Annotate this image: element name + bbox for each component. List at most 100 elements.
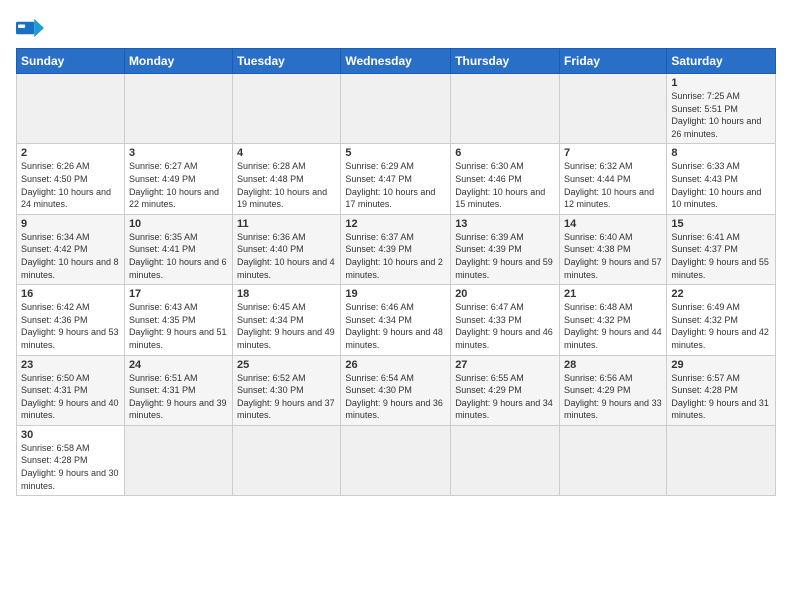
calendar-cell: 10Sunrise: 6:35 AM Sunset: 4:41 PM Dayli… [124, 214, 232, 284]
day-info: Sunrise: 6:52 AM Sunset: 4:30 PM Dayligh… [237, 372, 336, 422]
calendar-cell: 30Sunrise: 6:58 AM Sunset: 4:28 PM Dayli… [17, 425, 125, 495]
day-number: 24 [129, 359, 228, 371]
day-info: Sunrise: 6:51 AM Sunset: 4:31 PM Dayligh… [129, 372, 228, 422]
calendar-cell: 13Sunrise: 6:39 AM Sunset: 4:39 PM Dayli… [451, 214, 560, 284]
calendar-cell: 11Sunrise: 6:36 AM Sunset: 4:40 PM Dayli… [233, 214, 341, 284]
day-number: 16 [21, 288, 120, 300]
day-info: Sunrise: 6:43 AM Sunset: 4:35 PM Dayligh… [129, 301, 228, 351]
calendar-cell: 24Sunrise: 6:51 AM Sunset: 4:31 PM Dayli… [124, 355, 232, 425]
calendar-cell: 25Sunrise: 6:52 AM Sunset: 4:30 PM Dayli… [233, 355, 341, 425]
day-info: Sunrise: 6:28 AM Sunset: 4:48 PM Dayligh… [237, 160, 336, 210]
header [16, 16, 776, 40]
generalblue-logo-icon [16, 16, 44, 40]
day-number: 1 [671, 77, 771, 89]
day-number: 20 [455, 288, 555, 300]
day-number: 27 [455, 359, 555, 371]
calendar-header-sunday: Sunday [17, 49, 125, 74]
day-info: Sunrise: 6:34 AM Sunset: 4:42 PM Dayligh… [21, 231, 120, 281]
day-info: Sunrise: 6:41 AM Sunset: 4:37 PM Dayligh… [671, 231, 771, 281]
calendar-cell [451, 425, 560, 495]
calendar-cell: 5Sunrise: 6:29 AM Sunset: 4:47 PM Daylig… [341, 144, 451, 214]
day-number: 11 [237, 218, 336, 230]
day-number: 9 [21, 218, 120, 230]
calendar-cell: 6Sunrise: 6:30 AM Sunset: 4:46 PM Daylig… [451, 144, 560, 214]
day-info: Sunrise: 6:29 AM Sunset: 4:47 PM Dayligh… [345, 160, 446, 210]
calendar-cell [17, 74, 125, 144]
calendar-cell: 2Sunrise: 6:26 AM Sunset: 4:50 PM Daylig… [17, 144, 125, 214]
day-info: Sunrise: 6:40 AM Sunset: 4:38 PM Dayligh… [564, 231, 662, 281]
calendar-cell: 7Sunrise: 6:32 AM Sunset: 4:44 PM Daylig… [560, 144, 667, 214]
day-info: Sunrise: 6:58 AM Sunset: 4:28 PM Dayligh… [21, 442, 120, 492]
calendar-week-row: 30Sunrise: 6:58 AM Sunset: 4:28 PM Dayli… [17, 425, 776, 495]
calendar-cell: 3Sunrise: 6:27 AM Sunset: 4:49 PM Daylig… [124, 144, 232, 214]
day-number: 7 [564, 147, 662, 159]
calendar-cell: 22Sunrise: 6:49 AM Sunset: 4:32 PM Dayli… [667, 285, 776, 355]
day-number: 5 [345, 147, 446, 159]
calendar-header-wednesday: Wednesday [341, 49, 451, 74]
day-number: 18 [237, 288, 336, 300]
day-number: 2 [21, 147, 120, 159]
calendar-cell: 26Sunrise: 6:54 AM Sunset: 4:30 PM Dayli… [341, 355, 451, 425]
day-number: 13 [455, 218, 555, 230]
calendar-cell: 28Sunrise: 6:56 AM Sunset: 4:29 PM Dayli… [560, 355, 667, 425]
calendar-cell [233, 425, 341, 495]
day-number: 29 [671, 359, 771, 371]
calendar-cell [451, 74, 560, 144]
day-info: Sunrise: 6:45 AM Sunset: 4:34 PM Dayligh… [237, 301, 336, 351]
calendar-cell [560, 74, 667, 144]
calendar-header-thursday: Thursday [451, 49, 560, 74]
calendar-header-friday: Friday [560, 49, 667, 74]
day-info: Sunrise: 6:27 AM Sunset: 4:49 PM Dayligh… [129, 160, 228, 210]
logo [16, 16, 48, 40]
calendar-cell: 19Sunrise: 6:46 AM Sunset: 4:34 PM Dayli… [341, 285, 451, 355]
calendar-cell: 8Sunrise: 6:33 AM Sunset: 4:43 PM Daylig… [667, 144, 776, 214]
day-number: 22 [671, 288, 771, 300]
calendar-cell [560, 425, 667, 495]
day-info: Sunrise: 6:37 AM Sunset: 4:39 PM Dayligh… [345, 231, 446, 281]
day-number: 17 [129, 288, 228, 300]
calendar-header-row: SundayMondayTuesdayWednesdayThursdayFrid… [17, 49, 776, 74]
day-info: Sunrise: 6:35 AM Sunset: 4:41 PM Dayligh… [129, 231, 228, 281]
day-info: Sunrise: 6:48 AM Sunset: 4:32 PM Dayligh… [564, 301, 662, 351]
day-info: Sunrise: 6:50 AM Sunset: 4:31 PM Dayligh… [21, 372, 120, 422]
day-number: 23 [21, 359, 120, 371]
day-number: 25 [237, 359, 336, 371]
calendar-cell [233, 74, 341, 144]
day-number: 15 [671, 218, 771, 230]
calendar-header-saturday: Saturday [667, 49, 776, 74]
calendar-cell: 1Sunrise: 7:25 AM Sunset: 5:51 PM Daylig… [667, 74, 776, 144]
day-info: Sunrise: 6:39 AM Sunset: 4:39 PM Dayligh… [455, 231, 555, 281]
calendar: SundayMondayTuesdayWednesdayThursdayFrid… [16, 48, 776, 496]
calendar-cell: 18Sunrise: 6:45 AM Sunset: 4:34 PM Dayli… [233, 285, 341, 355]
day-number: 12 [345, 218, 446, 230]
calendar-cell: 4Sunrise: 6:28 AM Sunset: 4:48 PM Daylig… [233, 144, 341, 214]
day-info: Sunrise: 6:33 AM Sunset: 4:43 PM Dayligh… [671, 160, 771, 210]
day-info: Sunrise: 6:57 AM Sunset: 4:28 PM Dayligh… [671, 372, 771, 422]
calendar-cell: 29Sunrise: 6:57 AM Sunset: 4:28 PM Dayli… [667, 355, 776, 425]
day-info: Sunrise: 6:49 AM Sunset: 4:32 PM Dayligh… [671, 301, 771, 351]
page: SundayMondayTuesdayWednesdayThursdayFrid… [0, 0, 792, 612]
day-info: Sunrise: 7:25 AM Sunset: 5:51 PM Dayligh… [671, 90, 771, 140]
day-info: Sunrise: 6:46 AM Sunset: 4:34 PM Dayligh… [345, 301, 446, 351]
day-number: 30 [21, 429, 120, 441]
calendar-week-row: 1Sunrise: 7:25 AM Sunset: 5:51 PM Daylig… [17, 74, 776, 144]
calendar-cell: 27Sunrise: 6:55 AM Sunset: 4:29 PM Dayli… [451, 355, 560, 425]
day-number: 14 [564, 218, 662, 230]
day-info: Sunrise: 6:26 AM Sunset: 4:50 PM Dayligh… [21, 160, 120, 210]
day-info: Sunrise: 6:30 AM Sunset: 4:46 PM Dayligh… [455, 160, 555, 210]
day-number: 6 [455, 147, 555, 159]
calendar-cell: 20Sunrise: 6:47 AM Sunset: 4:33 PM Dayli… [451, 285, 560, 355]
calendar-cell [341, 425, 451, 495]
day-info: Sunrise: 6:32 AM Sunset: 4:44 PM Dayligh… [564, 160, 662, 210]
day-number: 3 [129, 147, 228, 159]
calendar-week-row: 9Sunrise: 6:34 AM Sunset: 4:42 PM Daylig… [17, 214, 776, 284]
day-number: 19 [345, 288, 446, 300]
day-number: 10 [129, 218, 228, 230]
calendar-cell: 15Sunrise: 6:41 AM Sunset: 4:37 PM Dayli… [667, 214, 776, 284]
calendar-cell [667, 425, 776, 495]
calendar-cell: 21Sunrise: 6:48 AM Sunset: 4:32 PM Dayli… [560, 285, 667, 355]
calendar-cell [124, 74, 232, 144]
day-number: 8 [671, 147, 771, 159]
calendar-cell: 9Sunrise: 6:34 AM Sunset: 4:42 PM Daylig… [17, 214, 125, 284]
calendar-cell: 14Sunrise: 6:40 AM Sunset: 4:38 PM Dayli… [560, 214, 667, 284]
